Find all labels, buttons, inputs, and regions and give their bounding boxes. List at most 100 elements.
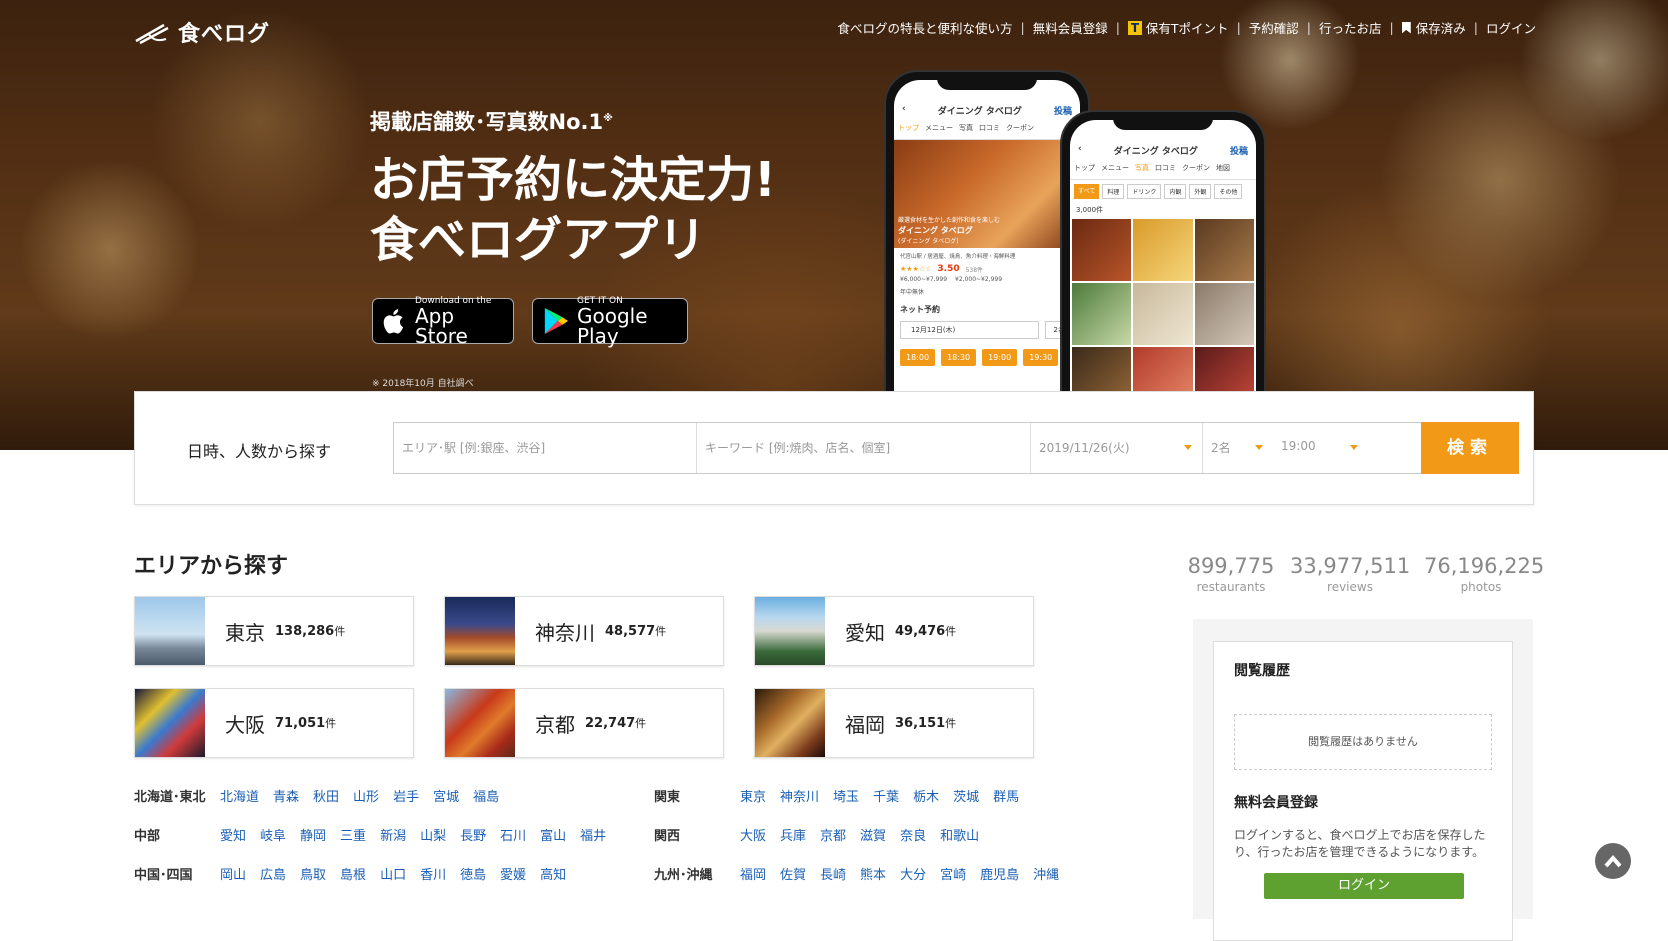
nav-reservations[interactable]: 予約確認 — [1249, 18, 1299, 37]
prefecture-link[interactable]: 島根 — [340, 864, 366, 883]
kanagawa-photo — [445, 597, 515, 665]
region-label: 九州･沖縄 — [654, 868, 713, 883]
region-row: 関西 大阪 兵庫 京都 滋賀 奈良 和歌山 — [654, 825, 993, 844]
prefecture-link[interactable]: 秋田 — [313, 786, 339, 805]
nav-visited[interactable]: 行ったお店 — [1319, 18, 1382, 37]
prefecture-link[interactable]: 栃木 — [913, 786, 939, 805]
nav-saved[interactable]: 保存済み — [1416, 18, 1466, 37]
prefecture-link[interactable]: 愛知 — [220, 825, 246, 844]
prefecture-link[interactable]: 兵庫 — [780, 825, 806, 844]
prefecture-link[interactable]: 岡山 — [220, 864, 246, 883]
area-card-tokyo[interactable]: 東京 138,286件 — [134, 596, 414, 666]
area-card-kyoto[interactable]: 京都 22,747件 — [444, 688, 724, 758]
google-play-icon — [544, 308, 569, 334]
prefecture-link[interactable]: 長崎 — [820, 864, 846, 883]
register-title: 無料会員登録 — [1234, 795, 1318, 811]
prefecture-link[interactable]: 沖縄 — [1033, 864, 1059, 883]
nav-login[interactable]: ログイン — [1486, 18, 1536, 37]
prefecture-link[interactable]: 静岡 — [300, 825, 326, 844]
prefecture-link[interactable]: 群馬 — [993, 786, 1019, 805]
prefecture-link[interactable]: 青森 — [273, 786, 299, 805]
nav-features[interactable]: 食べログの特長と便利な使い方 — [837, 18, 1012, 37]
hero-subtitle: 掲載店舗数･写真数No.1※ — [370, 110, 613, 134]
chevron-down-icon — [1184, 445, 1192, 450]
prefecture-link[interactable]: 山口 — [380, 864, 406, 883]
prefecture-link[interactable]: 長野 — [460, 825, 486, 844]
app-store-button[interactable]: Download on the App Store — [372, 296, 514, 346]
prefecture-link[interactable]: 宮崎 — [940, 864, 966, 883]
prefecture-link[interactable]: 奈良 — [900, 825, 926, 844]
history-title: 閲覧履歴 — [1234, 663, 1290, 679]
region-label: 関西 — [654, 829, 681, 844]
prefecture-link[interactable]: 岩手 — [393, 786, 419, 805]
prefecture-link[interactable]: 宮城 — [433, 786, 459, 805]
prefecture-link[interactable]: 東京 — [740, 786, 766, 805]
prefecture-link[interactable]: 千葉 — [873, 786, 899, 805]
prefecture-link[interactable]: 北海道 — [220, 786, 259, 805]
prefecture-link[interactable]: 京都 — [820, 825, 846, 844]
prefecture-link[interactable]: 神奈川 — [780, 786, 819, 805]
logo-text: 食べログ — [178, 22, 271, 47]
prefecture-link[interactable]: 山形 — [353, 786, 379, 805]
tokyo-photo — [135, 597, 205, 665]
sidebar-panel: 閲覧履歴 閲覧履歴はありません 無料会員登録 ログインすると、食べログ上でお店を… — [1193, 619, 1533, 941]
region-label: 関東 — [654, 790, 681, 805]
bookmark-icon — [1401, 21, 1411, 34]
google-play-button[interactable]: GET IT ON Google Play — [532, 296, 688, 346]
stat-reviews: 33,977,511 reviews — [1290, 554, 1411, 594]
prefecture-link[interactable]: 熊本 — [860, 864, 886, 883]
prefecture-link[interactable]: 大分 — [900, 864, 926, 883]
area-card-aichi[interactable]: 愛知 49,476件 — [754, 596, 1034, 666]
prefecture-link[interactable]: 香川 — [420, 864, 446, 883]
hero-headline: お店予約に決定力! 食べログアプリ — [370, 152, 776, 268]
prefecture-link[interactable]: 福岡 — [740, 864, 766, 883]
prefecture-link[interactable]: 和歌山 — [940, 825, 979, 844]
area-card-osaka[interactable]: 大阪 71,051件 — [134, 688, 414, 758]
search-panel: 日時、人数から探す エリア･駅 [例:銀座、渋谷] キーワード [例:焼肉、店名… — [134, 391, 1534, 505]
login-button[interactable]: ログイン — [1264, 873, 1464, 899]
phone-food-photo: 厳選食材を生かした創作和食を楽しむ ダイニング タベログ (ダイニング タベログ… — [894, 140, 1080, 248]
prefecture-link[interactable]: 徳島 — [460, 864, 486, 883]
hero-banner: 食べログ 食べログの特長と便利な使い方 | 無料会員登録 | T 保有Tポイント | 予… — [0, 0, 1668, 450]
prefecture-link[interactable]: 愛媛 — [500, 864, 526, 883]
nav-register[interactable]: 無料会員登録 — [1033, 18, 1108, 37]
prefecture-link[interactable]: 高知 — [540, 864, 566, 883]
region-row: 中国･四国 岡山 広島 鳥取 島根 山口 香川 徳島 愛媛 高知 — [134, 864, 580, 883]
prefecture-link[interactable]: 福島 — [473, 786, 499, 805]
people-select[interactable]: 2名 — [1203, 423, 1273, 473]
keyword-input[interactable]: キーワード [例:焼肉、店名、個室] — [697, 423, 1031, 473]
prefecture-link[interactable]: 新潟 — [380, 825, 406, 844]
prefecture-link[interactable]: 福井 — [580, 825, 606, 844]
area-section-title: エリアから探す — [134, 554, 289, 579]
prefecture-link[interactable]: 岐阜 — [260, 825, 286, 844]
prefecture-link[interactable]: 滋賀 — [860, 825, 886, 844]
date-select[interactable]: 2019/11/26(火) — [1031, 423, 1203, 473]
logo[interactable]: 食べログ — [134, 16, 270, 48]
area-card-kanagawa[interactable]: 神奈川 48,577件 — [444, 596, 724, 666]
prefecture-link[interactable]: 鳥取 — [300, 864, 326, 883]
apple-icon — [383, 309, 404, 334]
nav-tpoint[interactable]: 保有Tポイント — [1146, 18, 1229, 37]
aichi-photo — [755, 597, 825, 665]
prefecture-link[interactable]: 大阪 — [740, 825, 766, 844]
time-select[interactable]: 19:00 — [1273, 423, 1368, 473]
prefecture-link[interactable]: 埼玉 — [833, 786, 859, 805]
region-label: 北海道･東北 — [134, 790, 206, 805]
search-form: エリア･駅 [例:銀座、渋谷] キーワード [例:焼肉、店名、個室] 2019/… — [393, 422, 1519, 474]
scroll-to-top-button[interactable] — [1595, 843, 1631, 879]
logo-chopsticks-icon — [135, 23, 169, 45]
prefecture-link[interactable]: 鹿児島 — [980, 864, 1019, 883]
region-row: 九州･沖縄 福岡 佐賀 長崎 熊本 大分 宮崎 鹿児島 沖縄 — [654, 864, 1073, 883]
prefecture-link[interactable]: 佐賀 — [780, 864, 806, 883]
area-input[interactable]: エリア･駅 [例:銀座、渋谷] — [394, 423, 697, 473]
prefecture-link[interactable]: 茨城 — [953, 786, 979, 805]
region-label: 中国･四国 — [134, 868, 193, 883]
prefecture-link[interactable]: 山梨 — [420, 825, 446, 844]
stat-photos: 76,196,225 photos — [1424, 554, 1545, 594]
prefecture-link[interactable]: 富山 — [540, 825, 566, 844]
prefecture-link[interactable]: 三重 — [340, 825, 366, 844]
prefecture-link[interactable]: 石川 — [500, 825, 526, 844]
prefecture-link[interactable]: 広島 — [260, 864, 286, 883]
area-card-fukuoka[interactable]: 福岡 36,151件 — [754, 688, 1034, 758]
search-button[interactable]: 検索 — [1421, 422, 1519, 474]
